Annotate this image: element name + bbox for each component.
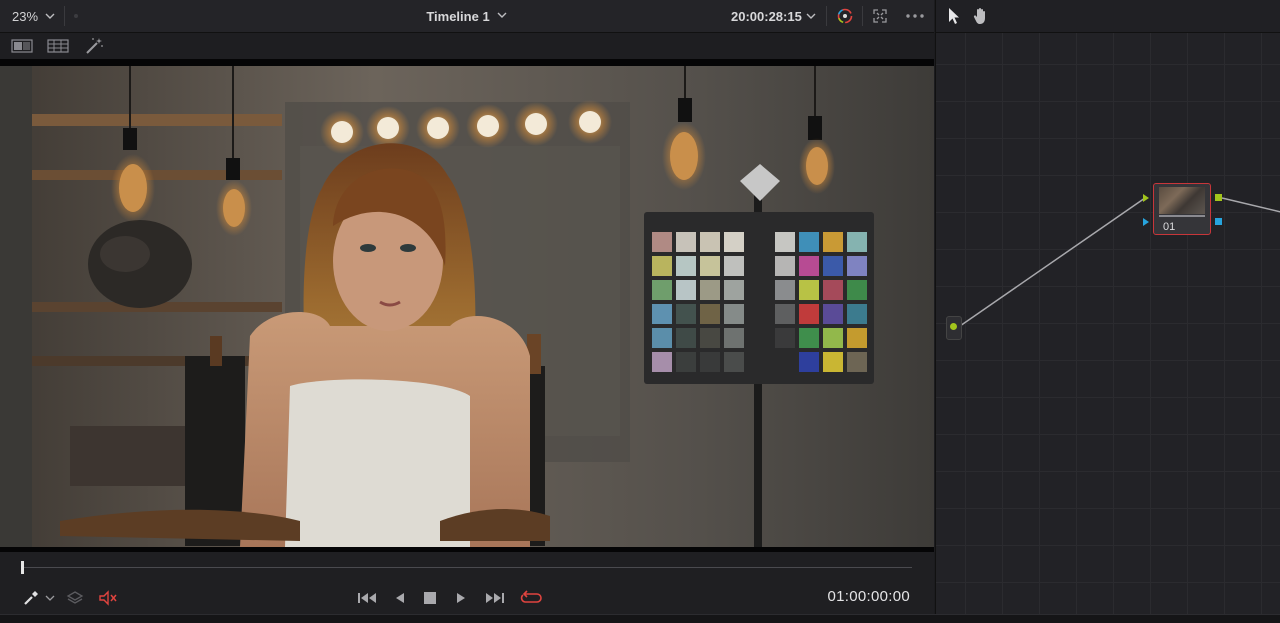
jump-to-start-icon[interactable] <box>357 588 379 608</box>
color-swatch <box>652 256 672 276</box>
more-options-icon[interactable] <box>905 0 925 32</box>
eyedropper-dropdown-icon[interactable] <box>44 588 56 608</box>
source-input-node[interactable] <box>946 316 962 340</box>
color-swatch <box>775 232 795 252</box>
color-swatch <box>847 328 867 348</box>
color-swatch <box>823 352 843 372</box>
color-swatch <box>652 352 672 372</box>
timeline-title: Timeline 1 <box>426 8 490 24</box>
color-swatch <box>700 256 720 276</box>
color-swatch <box>823 328 843 348</box>
letterbox-top <box>0 59 934 66</box>
color-wheel-icon[interactable] <box>836 0 854 32</box>
divider <box>826 6 827 26</box>
color-swatch <box>652 304 672 324</box>
viewer-toolbar <box>0 33 934 59</box>
hand-icon[interactable] <box>972 6 990 26</box>
color-swatch <box>676 352 696 372</box>
input-connector[interactable] <box>950 323 957 330</box>
viewer-header: 23% Timeline 1 20:00:28:15 <box>0 0 934 33</box>
color-swatch <box>775 352 795 372</box>
color-swatch <box>700 232 720 252</box>
node-label: 01 <box>1163 221 1176 233</box>
color-swatch <box>847 304 867 324</box>
color-swatch <box>724 280 744 300</box>
color-swatch <box>775 280 795 300</box>
node-editor-toolbar <box>936 0 1280 33</box>
node-thumbnail <box>1159 187 1205 214</box>
node-editor[interactable]: 01 <box>935 0 1280 614</box>
loop-icon[interactable] <box>520 588 542 608</box>
color-swatch <box>652 280 672 300</box>
color-swatch <box>799 256 819 276</box>
color-swatch <box>676 280 696 300</box>
chevron-down-icon <box>496 9 508 24</box>
color-swatch <box>823 256 843 276</box>
color-swatch <box>775 256 795 276</box>
color-swatch <box>724 352 744 372</box>
timecode-dropdown-icon[interactable] <box>805 0 817 32</box>
color-swatch <box>676 304 696 324</box>
node-connections <box>959 194 1280 327</box>
color-swatch <box>676 328 696 348</box>
color-swatch <box>823 280 843 300</box>
color-swatch <box>700 328 720 348</box>
corrector-node[interactable]: 01 <box>1153 183 1211 235</box>
color-swatch <box>652 232 672 252</box>
color-swatch <box>700 304 720 324</box>
jump-to-end-icon[interactable] <box>483 588 505 608</box>
color-swatch <box>847 256 867 276</box>
color-swatch <box>799 328 819 348</box>
color-swatch <box>847 280 867 300</box>
color-swatch <box>724 304 744 324</box>
color-swatch <box>700 352 720 372</box>
video-frame-illustration <box>0 66 934 547</box>
magic-wand-icon[interactable] <box>84 36 104 56</box>
record-timecode: 01:00:00:00 <box>827 588 910 605</box>
play-icon[interactable] <box>454 588 468 608</box>
color-swatch <box>724 328 744 348</box>
transport-controls: 01:00:00:00 <box>0 582 934 614</box>
stop-icon[interactable] <box>423 588 437 608</box>
playhead[interactable] <box>21 561 24 574</box>
viewer-image[interactable] <box>0 66 934 547</box>
step-back-icon[interactable] <box>393 588 407 608</box>
color-swatch <box>799 232 819 252</box>
color-swatch <box>700 280 720 300</box>
pointer-icon[interactable] <box>947 6 961 26</box>
scrubber-bar[interactable] <box>0 552 934 582</box>
color-swatch <box>676 256 696 276</box>
color-swatch <box>652 328 672 348</box>
fullscreen-icon[interactable] <box>872 0 888 32</box>
color-swatch <box>823 304 843 324</box>
color-swatch <box>823 232 843 252</box>
scrubber-track[interactable] <box>22 567 912 568</box>
color-swatch <box>775 328 795 348</box>
eyedropper-icon[interactable] <box>22 588 40 608</box>
color-swatch <box>799 280 819 300</box>
mute-icon[interactable] <box>98 588 118 608</box>
color-swatch <box>724 232 744 252</box>
color-swatch <box>847 232 867 252</box>
color-swatch <box>799 304 819 324</box>
color-swatch <box>799 352 819 372</box>
divider <box>862 6 863 26</box>
color-swatch <box>676 232 696 252</box>
split-viewer-icon[interactable] <box>47 36 69 56</box>
viewer-panel: 23% Timeline 1 20:00:28:15 01:00:00:00 <box>0 0 934 622</box>
color-swatch <box>775 304 795 324</box>
color-swatch <box>724 256 744 276</box>
node-divider <box>1159 215 1205 217</box>
color-swatch <box>847 352 867 372</box>
layers-icon[interactable] <box>66 588 84 608</box>
single-viewer-icon[interactable] <box>11 36 33 56</box>
source-timecode[interactable]: 20:00:28:15 <box>731 0 802 32</box>
